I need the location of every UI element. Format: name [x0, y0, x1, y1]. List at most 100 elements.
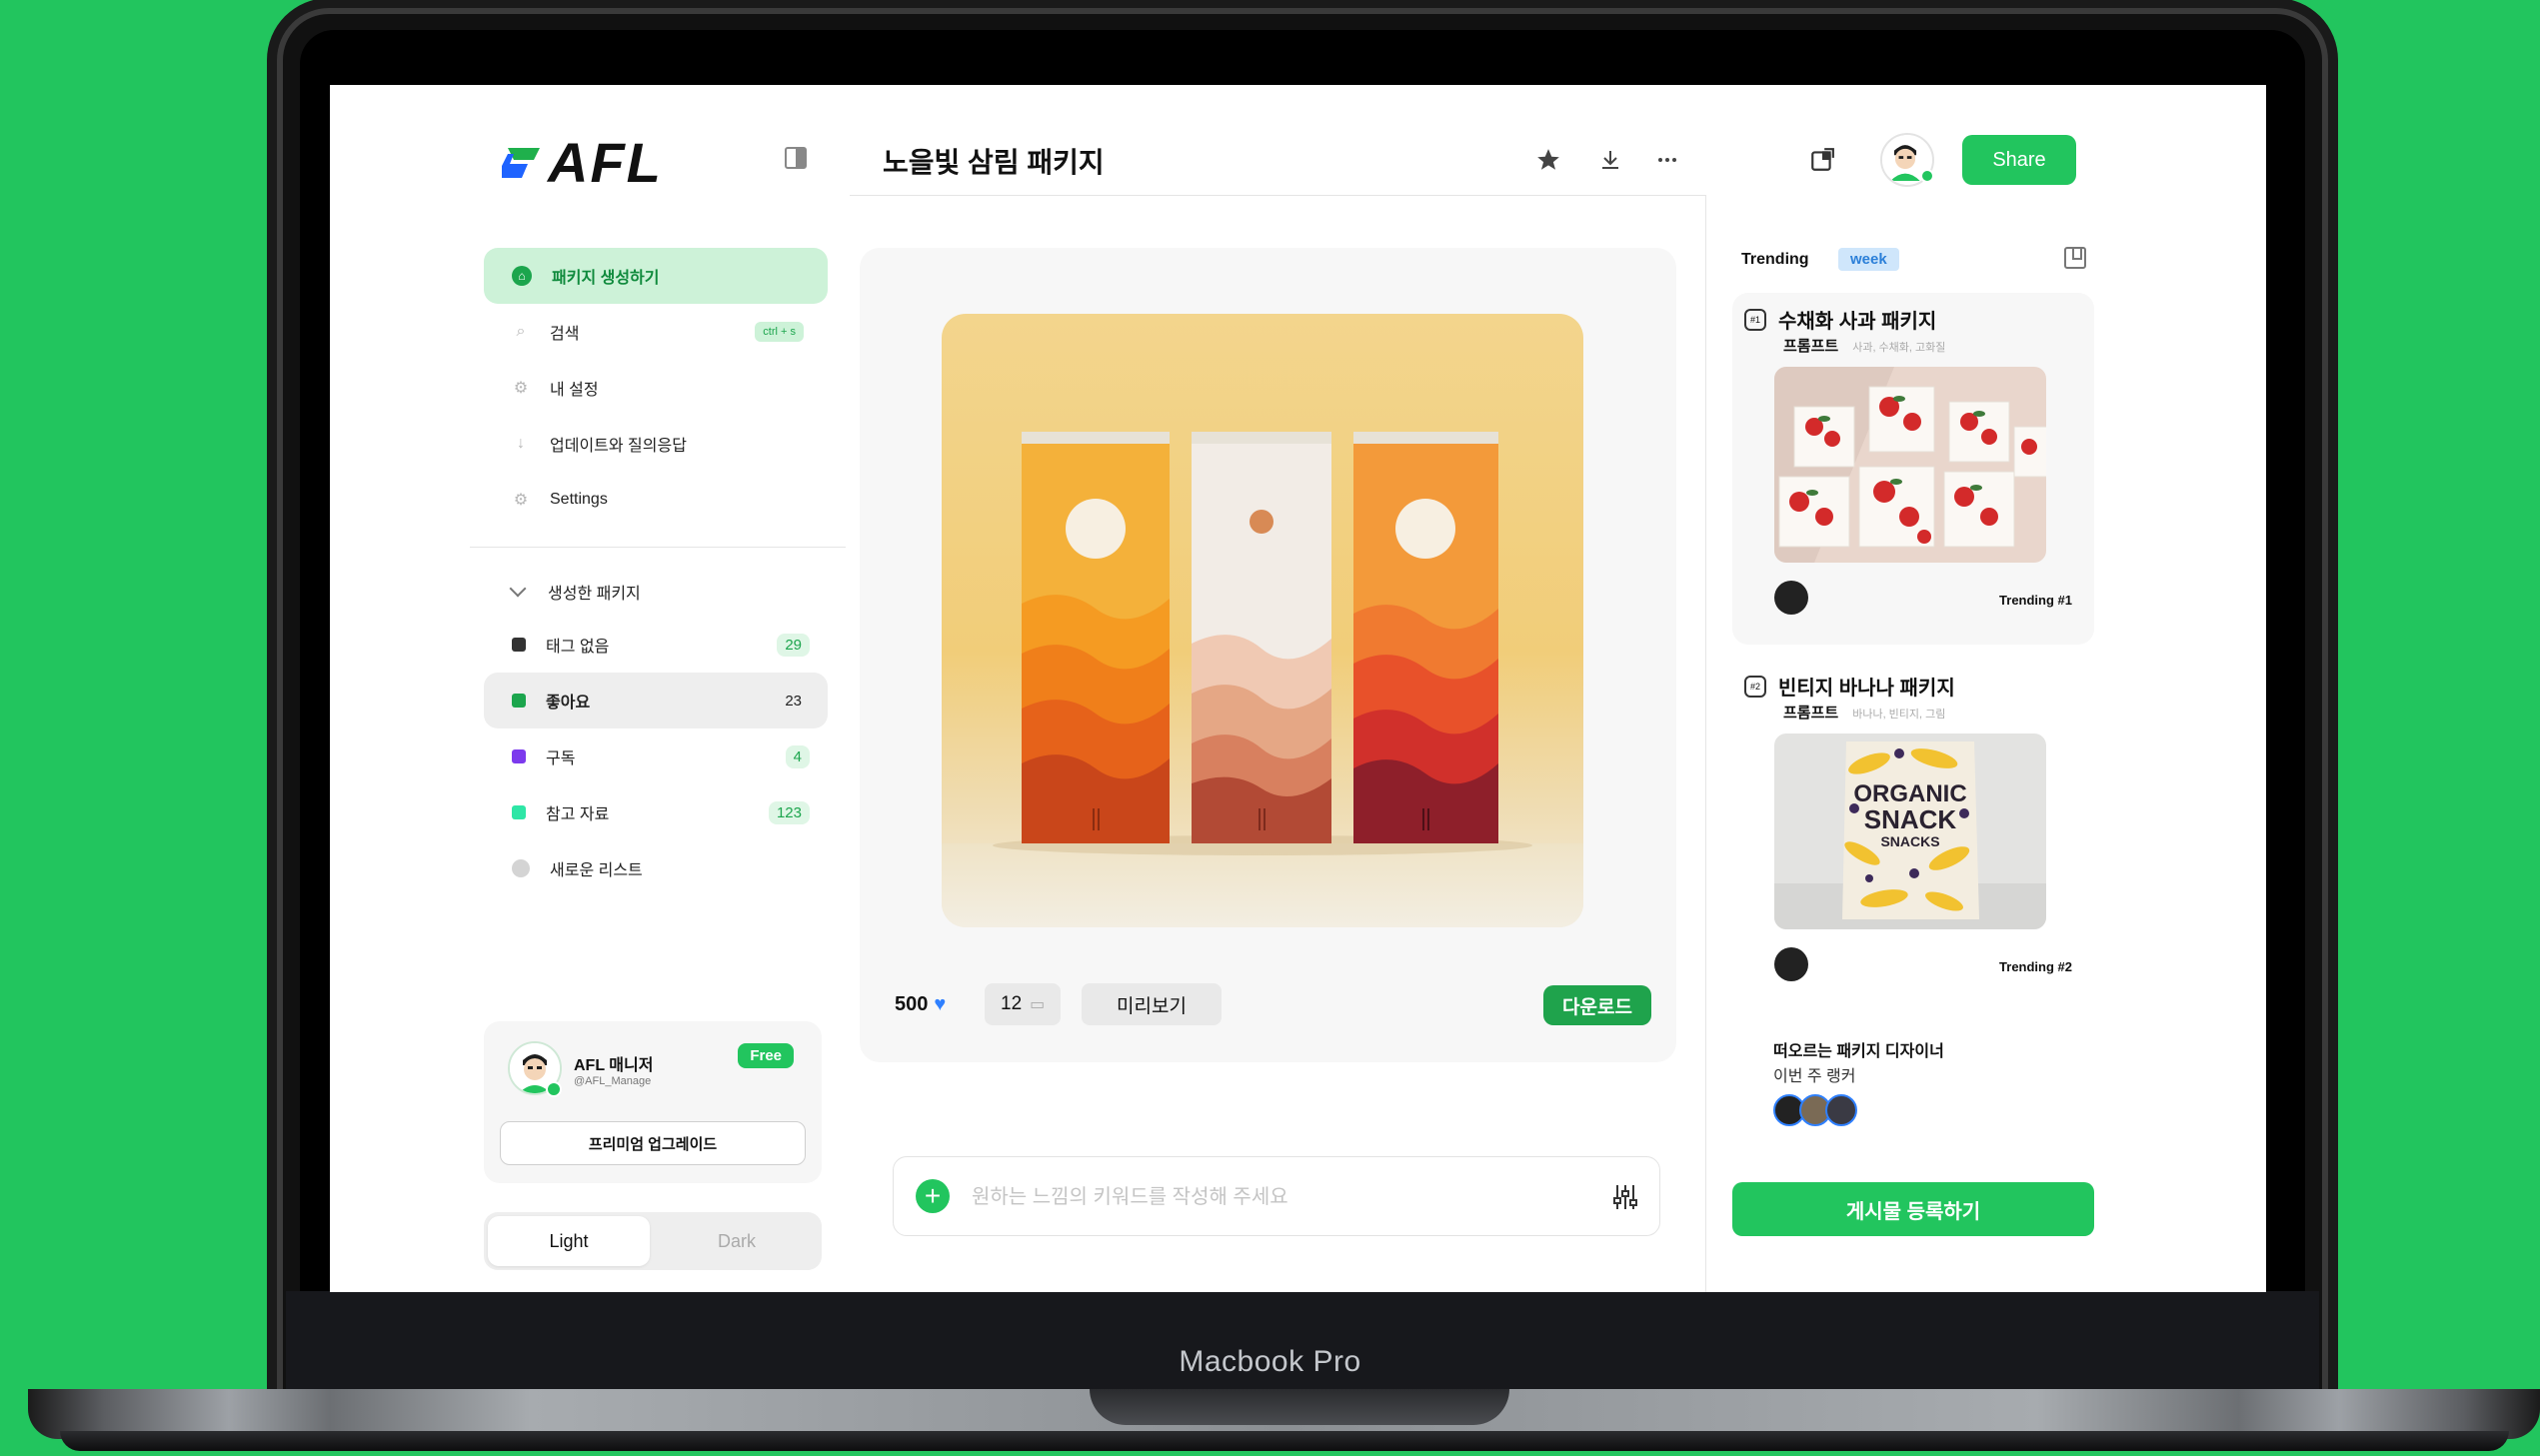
upgrade-button[interactable]: 프리미엄 업그레이드 — [500, 1121, 806, 1165]
avatar[interactable] — [1825, 1094, 1857, 1126]
package-preview-card: 500 ♥ 12 ▭ 미리보기 다운로드 — [860, 248, 1676, 1062]
sidebar-item-settings[interactable]: ⚙ Settings — [484, 472, 828, 528]
rank-badge: #2 — [1744, 676, 1766, 698]
list-item-count: 23 — [785, 692, 802, 710]
rising-designers-subtitle: 이번 주 랭커 — [1773, 1068, 1856, 1085]
sidebar-item-label: 검색 — [550, 326, 580, 343]
sidebar-item-my-settings[interactable]: ⚙ 내 설정 — [484, 360, 828, 416]
profile-name: AFL 매니저 — [574, 1057, 654, 1074]
snack-brand-line3: SNACKS — [1880, 833, 1939, 849]
trending-card[interactable]: #2 빈티지 바나나 패키지 프롬프트 바나나, 빈티지, 그림 ORGANIC… — [1732, 660, 2094, 1011]
theme-toggle: Light Dark — [484, 1212, 822, 1270]
brand-logo[interactable]: AFL — [500, 130, 663, 195]
trending-label: Trending — [1741, 251, 1809, 268]
gear-icon: ⚙ — [513, 380, 529, 397]
star-icon[interactable] — [1533, 145, 1563, 175]
list-item-label: 태그 없음 — [546, 639, 610, 656]
add-icon[interactable]: + — [916, 1179, 950, 1213]
package-lists: 생성한 패키지 태그 없음 29 좋아요 23 구독 4 참고 자료 123 새… — [484, 567, 828, 896]
package-image[interactable] — [942, 314, 1583, 927]
more-icon[interactable] — [1652, 145, 1682, 175]
share-button[interactable]: Share — [1962, 135, 2076, 185]
online-status-dot — [1920, 169, 1934, 183]
prompt-label: 프롬프트 — [1783, 338, 1839, 355]
preview-button[interactable]: 미리보기 — [1082, 983, 1222, 1025]
creator-avatar[interactable] — [1774, 947, 1808, 981]
theme-dark-option[interactable]: Dark — [656, 1216, 818, 1266]
sidebar-item-create-package[interactable]: ⌂ 패키지 생성하기 — [484, 248, 828, 304]
snack-brand-line1: ORGANIC — [1853, 780, 1966, 807]
filter-sliders-icon[interactable] — [1609, 1181, 1641, 1213]
trending-title: 빈티지 바나나 패키지 — [1778, 678, 1955, 700]
trending-rank: Trending #2 — [1999, 959, 2072, 974]
sidebar-divider — [470, 547, 846, 548]
list-item-count: 29 — [777, 633, 810, 657]
list-color-dot — [512, 859, 530, 877]
sidebar: AFL ⌂ 패키지 생성하기 ⌕ 검색 ctrl + s ⚙ 내 설정 ↓ 업데… — [330, 85, 850, 1292]
header-divider — [850, 195, 1706, 196]
chevron-down-icon — [509, 580, 527, 598]
trending-prompt: 프롬프트 바나나, 빈티지, 그림 — [1783, 702, 1945, 723]
comment-count-value: 12 — [1001, 993, 1023, 1014]
sidebar-item-label: 패키지 생성하기 — [552, 270, 660, 287]
sidebar-nav: ⌂ 패키지 생성하기 ⌕ 검색 ctrl + s ⚙ 내 설정 ↓ 업데이트와 … — [484, 248, 828, 528]
heart-icon: ♥ — [934, 993, 947, 1015]
arrow-down-icon: ↓ — [517, 435, 525, 452]
create-post-button[interactable]: 게시물 등록하기 — [1732, 1182, 2094, 1236]
lists-header-toggle[interactable]: 생성한 패키지 — [484, 567, 828, 617]
new-window-icon[interactable] — [1807, 145, 1837, 175]
list-item-count: 123 — [768, 800, 810, 824]
list-item-likes[interactable]: 좋아요 23 — [484, 673, 828, 728]
list-item-untagged[interactable]: 태그 없음 29 — [484, 617, 828, 673]
package-illustration — [942, 432, 1583, 927]
rank-badge: #1 — [1744, 309, 1766, 331]
period-filter[interactable]: week — [1838, 248, 1899, 271]
list-color-dot — [512, 805, 526, 819]
comment-count[interactable]: 12 ▭ — [985, 983, 1062, 1025]
comment-icon: ▭ — [1030, 996, 1046, 1013]
laptop-notch — [1090, 1389, 1509, 1425]
list-item-new-list[interactable]: 새로운 리스트 — [484, 840, 828, 896]
banana-package-illustration: ORGANIC SNACK SNACKS — [1774, 733, 2046, 929]
prompt-tags: 사과, 수채화, 고화질 — [1852, 342, 1946, 354]
trending-image[interactable] — [1774, 367, 2046, 563]
sidebar-item-updates[interactable]: ↓ 업데이트와 질의응답 — [484, 416, 828, 472]
gear-icon: ⚙ — [513, 492, 529, 509]
collapse-sidebar-icon[interactable] — [785, 147, 807, 169]
list-color-dot — [512, 694, 526, 708]
trending-image[interactable]: ORGANIC SNACK SNACKS — [1774, 733, 2046, 929]
list-item-count: 4 — [785, 744, 810, 768]
package-icon: ⌂ — [512, 266, 532, 286]
download-icon[interactable] — [1595, 145, 1625, 175]
app-screen: AFL ⌂ 패키지 생성하기 ⌕ 검색 ctrl + s ⚙ 내 설정 ↓ 업데… — [330, 85, 2266, 1292]
list-color-dot — [512, 638, 526, 652]
list-item-subscriptions[interactable]: 구독 4 — [484, 728, 828, 784]
list-color-dot — [512, 749, 526, 763]
online-status-dot — [546, 1081, 562, 1097]
list-item-label: 좋아요 — [546, 695, 591, 712]
rising-designers-title: 떠오르는 패키지 디자이너 — [1773, 1043, 1944, 1060]
profile-card: AFL 매니저 @AFL_Manage Free 프리미엄 업그레이드 — [484, 1021, 822, 1183]
profile-handle: @AFL_Manage — [574, 1075, 652, 1087]
lists-header-label: 생성한 패키지 — [548, 586, 641, 603]
prompt-bar: + — [893, 1156, 1660, 1236]
plan-badge: Free — [738, 1043, 794, 1068]
download-button[interactable]: 다운로드 — [1543, 985, 1651, 1025]
prompt-label: 프롬프트 — [1783, 705, 1839, 722]
sidebar-item-label: 업데이트와 질의응답 — [550, 438, 687, 455]
save-icon[interactable] — [2064, 247, 2086, 269]
list-item-references[interactable]: 참고 자료 123 — [484, 784, 828, 840]
trending-card[interactable]: #1 수채화 사과 패키지 프롬프트 사과, 수채화, 고화질 Trending… — [1732, 293, 2094, 645]
like-count[interactable]: 500 ♥ — [895, 993, 946, 1016]
like-count-value: 500 — [895, 993, 929, 1015]
sidebar-item-label: 내 설정 — [550, 382, 599, 399]
trending-title: 수채화 사과 패키지 — [1778, 311, 1937, 333]
page-title: 노을빛 삼림 패키지 — [883, 147, 1105, 178]
prompt-input[interactable] — [970, 1177, 1573, 1217]
shortcut-badge: ctrl + s — [755, 322, 804, 342]
creator-avatar[interactable] — [1774, 581, 1808, 615]
theme-light-option[interactable]: Light — [488, 1216, 650, 1266]
sidebar-item-search[interactable]: ⌕ 검색 ctrl + s — [484, 304, 828, 360]
prompt-tags: 바나나, 빈티지, 그림 — [1852, 709, 1946, 721]
trending-prompt: 프롬프트 사과, 수채화, 고화질 — [1783, 335, 1945, 356]
